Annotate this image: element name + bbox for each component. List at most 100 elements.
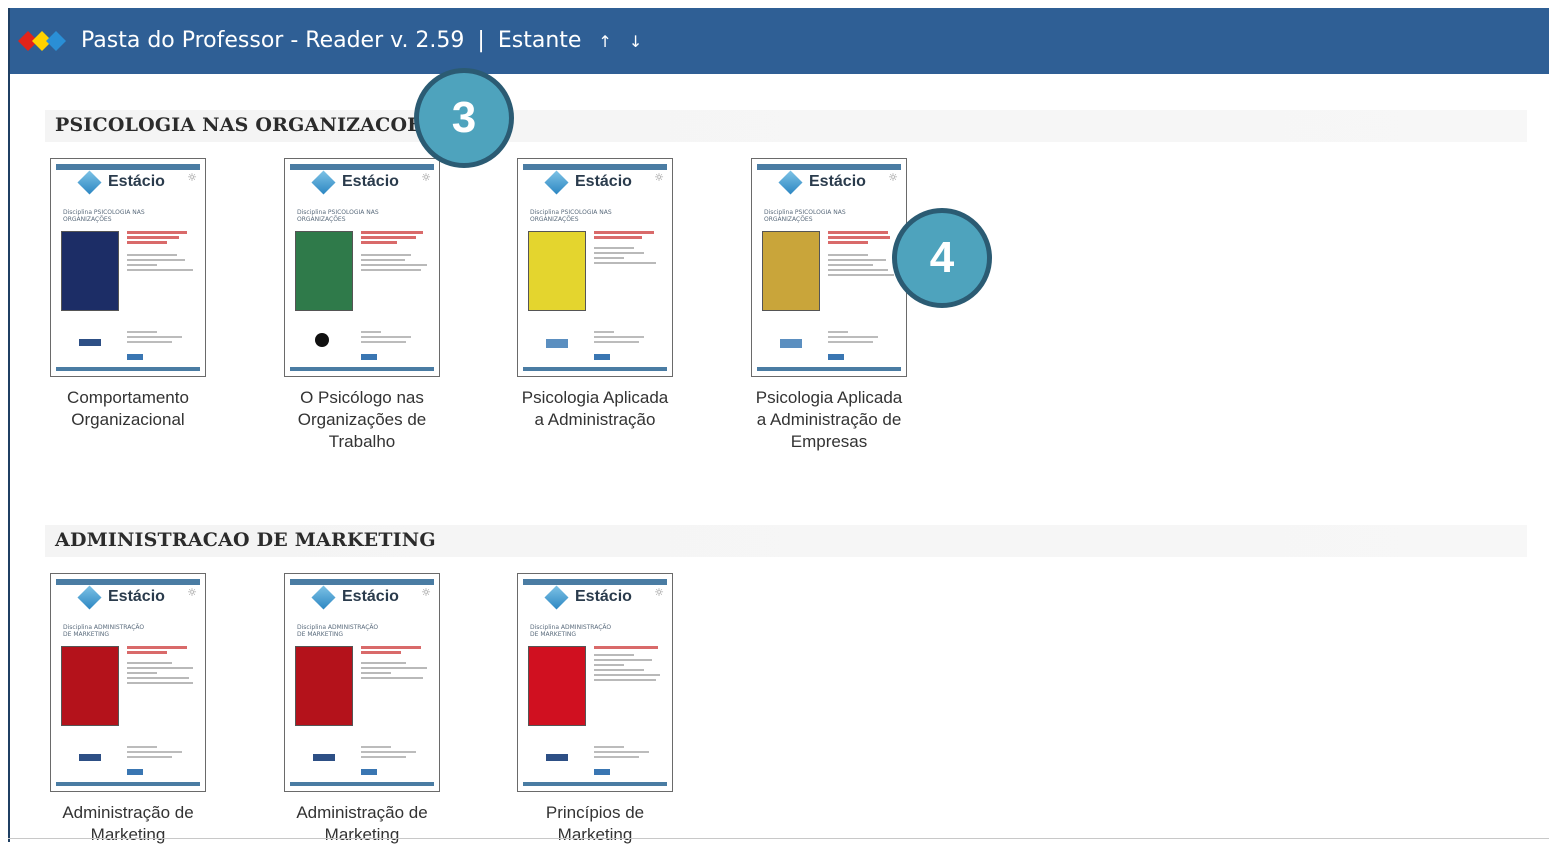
- book-title[interactable]: Psicologia Aplicada a Administração: [517, 387, 673, 431]
- window-title: Pasta do Professor - Reader v. 2.59 | Es…: [81, 28, 642, 53]
- book-cover[interactable]: Estácio ☼ Disciplina ADMINISTRAÇÃO DE MA…: [284, 573, 440, 792]
- book-title[interactable]: Administração de Marketing: [284, 802, 440, 846]
- brand-text: Estácio: [575, 588, 632, 605]
- discipline-text: Disciplina PSICOLOGIA NAS ORGANIZAÇÕES: [63, 209, 145, 223]
- cover-top-bar: [523, 579, 667, 585]
- book-psicologo-organizacoes[interactable]: Estácio ☼ Disciplina PSICOLOGIA NAS ORGA…: [284, 158, 440, 453]
- seal-icon: ☼: [187, 586, 197, 599]
- title-separator: |: [477, 28, 485, 53]
- book-administracao-marketing-1[interactable]: Estácio ☼ Disciplina ADMINISTRAÇÃO DE MA…: [50, 573, 206, 846]
- book-administracao-marketing-2[interactable]: Estácio ☼ Disciplina ADMINISTRAÇÃO DE MA…: [284, 573, 440, 846]
- step-badge-4: 4: [892, 208, 992, 308]
- book-thumbnail: [61, 231, 119, 311]
- book-cover[interactable]: Estácio ☼ Disciplina PSICOLOGIA NAS ORGA…: [284, 158, 440, 377]
- book-title[interactable]: O Psicólogo nas Organizações de Trabalho: [284, 387, 440, 453]
- book-title[interactable]: Comportamento Organizacional: [50, 387, 206, 431]
- footer-lines: [127, 331, 187, 346]
- cover-bottom-bar: [56, 367, 200, 371]
- book-psicologia-aplicada-empresas[interactable]: Estácio ☼ Disciplina PSICOLOGIA NAS ORGA…: [751, 158, 907, 453]
- book-psicologia-aplicada[interactable]: Estácio ☼ Disciplina PSICOLOGIA NAS ORGA…: [517, 158, 673, 431]
- info-lines: [361, 662, 431, 682]
- title-lines: [361, 646, 431, 656]
- brand-text: Estácio: [108, 173, 165, 190]
- step-badge-3: 3: [414, 68, 514, 168]
- cover-bottom-bar: [757, 367, 901, 371]
- cover-top-bar: [757, 164, 901, 170]
- discipline-text: Disciplina PSICOLOGIA NAS ORGANIZAÇÕES: [297, 209, 379, 223]
- estacio-logo-icon: [311, 584, 336, 610]
- discipline-text: Disciplina ADMINISTRAÇÃO DE MARKETING: [530, 624, 612, 638]
- title-bar: Pasta do Professor - Reader v. 2.59 | Es…: [10, 8, 1549, 74]
- book-cover[interactable]: Estácio ☼ Disciplina PSICOLOGIA NAS ORGA…: [50, 158, 206, 377]
- estacio-brand: Estácio: [311, 169, 399, 195]
- publisher-logo: [313, 754, 335, 761]
- section-header-marketing: ADMINISTRACAO DE MARKETING: [45, 525, 1527, 557]
- book-cover[interactable]: Estácio ☼ Disciplina PSICOLOGIA NAS ORGA…: [517, 158, 673, 377]
- book-thumbnail: [528, 231, 586, 311]
- info-lines: [594, 247, 664, 267]
- cover-bottom-bar: [290, 782, 434, 786]
- section-title: PSICOLOGIA NAS ORGANIZACOES: [55, 114, 436, 136]
- cover-top-bar: [290, 164, 434, 170]
- cover-top-bar: [56, 579, 200, 585]
- publisher-logo: [546, 339, 568, 348]
- reader-window: Pasta do Professor - Reader v. 2.59 | Es…: [8, 8, 1549, 844]
- book-comportamento-organizacional[interactable]: Estácio ☼ Disciplina PSICOLOGIA NAS ORGA…: [50, 158, 206, 431]
- book-cover[interactable]: Estácio ☼ Disciplina PSICOLOGIA NAS ORGA…: [751, 158, 907, 377]
- cover-bottom-bar: [290, 367, 434, 371]
- seal-icon: ☼: [654, 586, 664, 599]
- publisher-logo: [79, 339, 101, 346]
- estacio-logo-icon: [544, 169, 569, 195]
- brand-text: Estácio: [108, 588, 165, 605]
- footer-lines: [594, 746, 654, 761]
- estacio-logo-icon: [311, 169, 336, 195]
- app-logo-icon: [18, 31, 66, 51]
- discipline-text: Disciplina ADMINISTRAÇÃO DE MARKETING: [297, 624, 379, 638]
- book-thumbnail: [528, 646, 586, 726]
- book-title[interactable]: Psicologia Aplicada a Administração de E…: [751, 387, 907, 453]
- book-cover[interactable]: Estácio ☼ Disciplina ADMINISTRAÇÃO DE MA…: [517, 573, 673, 792]
- book-cover[interactable]: Estácio ☼ Disciplina ADMINISTRAÇÃO DE MA…: [50, 573, 206, 792]
- footer-logo: [828, 354, 844, 360]
- seal-icon: ☼: [654, 171, 664, 184]
- sort-up-icon[interactable]: ↑: [598, 32, 611, 51]
- publisher-logo: [79, 754, 101, 761]
- book-thumbnail: [762, 231, 820, 311]
- publisher-logo: [315, 333, 329, 347]
- title-lines: [828, 231, 898, 246]
- discipline-text: Disciplina PSICOLOGIA NAS ORGANIZAÇÕES: [764, 209, 846, 223]
- brand-text: Estácio: [342, 173, 399, 190]
- book-principios-marketing[interactable]: Estácio ☼ Disciplina ADMINISTRAÇÃO DE MA…: [517, 573, 673, 846]
- footer-lines: [127, 746, 187, 761]
- info-lines: [361, 254, 431, 274]
- footer-logo: [594, 354, 610, 360]
- cover-bottom-bar: [523, 782, 667, 786]
- discipline-text: Disciplina ADMINISTRAÇÃO DE MARKETING: [63, 624, 145, 638]
- estacio-brand: Estácio: [77, 584, 165, 610]
- footer-lines: [828, 331, 888, 346]
- book-title[interactable]: Administração de Marketing: [50, 802, 206, 846]
- cover-top-bar: [523, 164, 667, 170]
- estacio-brand: Estácio: [544, 584, 632, 610]
- brand-text: Estácio: [342, 588, 399, 605]
- section-title: ADMINISTRACAO DE MARKETING: [55, 529, 436, 551]
- sort-down-icon[interactable]: ↓: [629, 32, 642, 51]
- title-lines: [127, 646, 197, 656]
- info-lines: [127, 254, 197, 274]
- title-lines: [594, 646, 664, 651]
- footer-logo: [361, 354, 377, 360]
- estacio-brand: Estácio: [544, 169, 632, 195]
- seal-icon: ☼: [421, 586, 431, 599]
- estacio-logo-icon: [778, 169, 803, 195]
- book-title[interactable]: Princípios de Marketing: [517, 802, 673, 846]
- footer-lines: [594, 331, 654, 346]
- title-lines: [361, 231, 431, 246]
- book-thumbnail: [295, 231, 353, 311]
- brand-text: Estácio: [575, 173, 632, 190]
- estacio-brand: Estácio: [77, 169, 165, 195]
- app-name: Pasta do Professor - Reader v. 2.59: [81, 28, 465, 53]
- cover-top-bar: [290, 579, 434, 585]
- title-lines: [127, 231, 197, 246]
- book-thumbnail: [61, 646, 119, 726]
- publisher-logo: [546, 754, 568, 761]
